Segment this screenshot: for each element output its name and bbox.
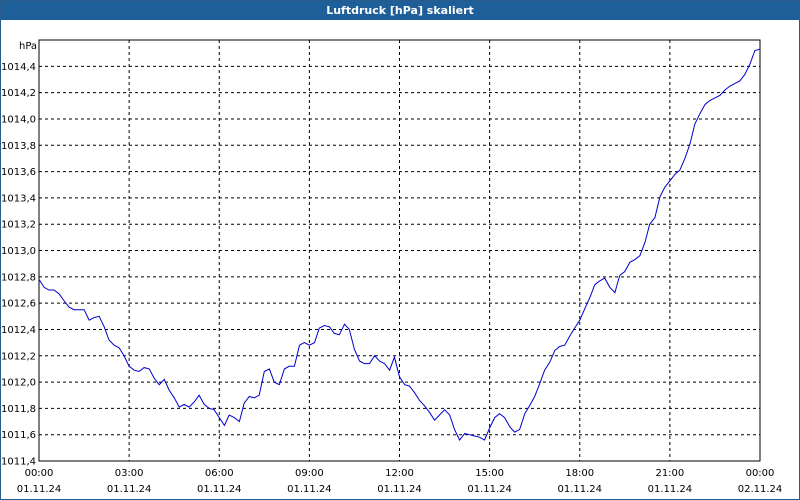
x-tick-date-label: 01.11.24 [107, 484, 152, 495]
x-tick-date-label: 01.11.24 [197, 484, 242, 495]
x-tick-time-label: 12:00 [385, 468, 414, 479]
y-tick-label: 1013,4 [1, 193, 36, 204]
x-tick-time-label: 06:00 [205, 468, 234, 479]
x-tick-date-label: 01.11.24 [648, 484, 693, 495]
y-tick-label: 1012,8 [1, 272, 36, 283]
x-tick-time-label: 21:00 [655, 468, 684, 479]
y-axis-unit-label: hPa [19, 41, 37, 52]
x-tick-date-label: 02.11.24 [738, 484, 783, 495]
x-tick-date-label: 01.11.24 [287, 484, 332, 495]
x-tick-date-label: 01.11.24 [467, 484, 512, 495]
y-tick-label: 1011,6 [1, 430, 36, 441]
y-tick-label: 1011,8 [1, 404, 36, 415]
y-tick-label: 1013,0 [1, 246, 36, 257]
y-tick-label: 1011,4 [1, 457, 36, 468]
x-axis-ticks: 00:00 01.11.24 03:00 01.11.24 06:00 01.11.24 0… [17, 468, 783, 495]
x-tick-time-label: 03:00 [115, 468, 144, 479]
y-tick-label: 1013,8 [1, 141, 36, 152]
y-tick-label: 1012,2 [1, 351, 36, 362]
y-tick-label: 1012,0 [1, 378, 36, 389]
x-tick-time-label: 18:00 [565, 468, 594, 479]
x-tick-time-label: 00:00 [746, 468, 775, 479]
y-tick-label: 1013,2 [1, 220, 36, 231]
x-tick-time-label: 15:00 [475, 468, 504, 479]
y-tick-label: 1012,4 [1, 325, 36, 336]
y-tick-label: 1014,0 [1, 114, 36, 125]
x-tick-date-label: 01.11.24 [377, 484, 422, 495]
x-tick-date-label: 01.11.24 [17, 484, 62, 495]
x-tick-time-label: 09:00 [295, 468, 324, 479]
y-axis-ticks: 1011,4 1011,6 1011,8 1012,0 1012,2 1012,4 1012… [1, 62, 36, 468]
pressure-chart: 1011,4 1011,6 1011,8 1012,0 1012,2 1012,4 1012… [1, 39, 783, 495]
y-tick-label: 1013,6 [1, 167, 36, 178]
x-tick-time-label: 00:00 [25, 468, 54, 479]
x-tick-date-label: 01.11.24 [557, 484, 602, 495]
chart-window: Luftdruck [hPa] skaliert 1011,4 1011,6 101… [0, 0, 800, 500]
y-tick-label: 1014,2 [1, 88, 36, 99]
y-tick-label: 1014,4 [1, 62, 36, 73]
y-tick-label: 1012,6 [1, 299, 36, 310]
